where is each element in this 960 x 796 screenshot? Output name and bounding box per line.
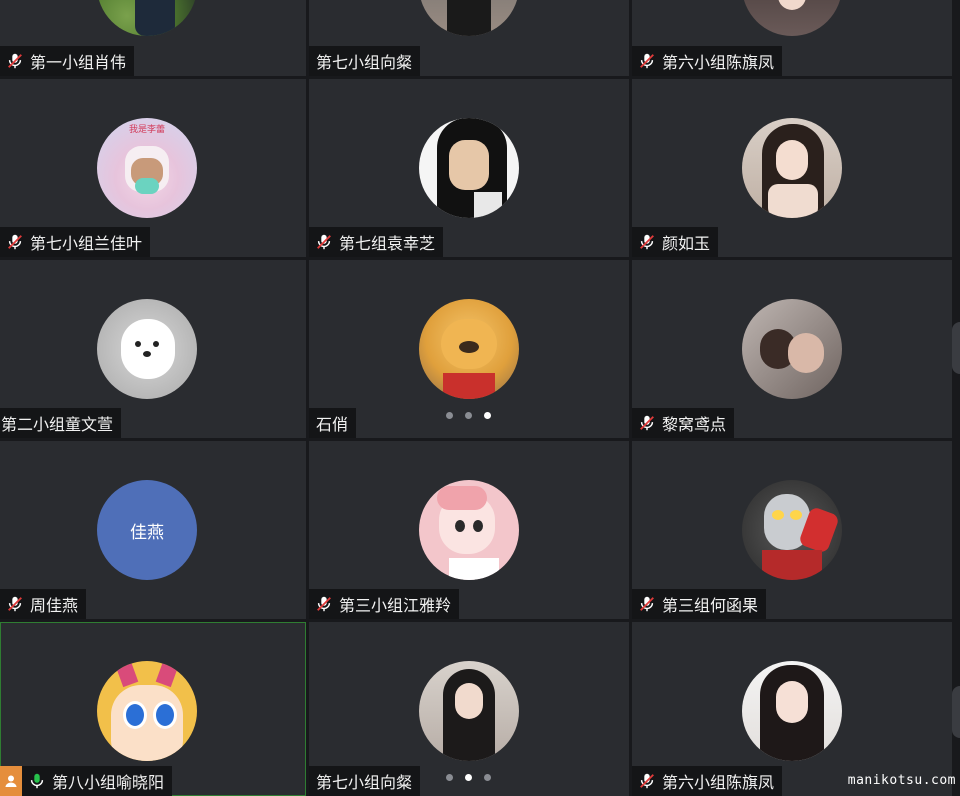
participant-avatar bbox=[742, 480, 842, 580]
participant-name: 黎窝鸢点 bbox=[662, 415, 727, 434]
mic-muted-icon[interactable] bbox=[6, 595, 24, 613]
video-tile[interactable]: 第三组何函果 bbox=[632, 441, 952, 619]
video-tile-active-speaker[interactable]: 第八小组喻晓阳 bbox=[0, 622, 306, 796]
watermark: manikotsu.com bbox=[847, 773, 956, 788]
video-tile[interactable]: 石俏 bbox=[309, 260, 629, 438]
participant-name: 第六小组陈旗凤 bbox=[662, 773, 775, 792]
video-tile[interactable]: 我是李蕾 第七小组兰佳叶 bbox=[0, 79, 306, 257]
mic-active-icon[interactable] bbox=[28, 772, 46, 790]
mic-muted-icon[interactable] bbox=[638, 414, 656, 432]
participant-name: 第七小组向粲 bbox=[316, 53, 413, 72]
avatar-caption: 我是李蕾 bbox=[128, 125, 165, 135]
video-tile[interactable]: 佳燕 周佳燕 bbox=[0, 441, 306, 619]
participant-avatar bbox=[419, 299, 519, 399]
participant-name: 第三小组江雅羚 bbox=[339, 596, 452, 615]
mic-muted-icon[interactable] bbox=[315, 595, 333, 613]
participant-avatar: 佳燕 bbox=[97, 480, 197, 580]
video-tile[interactable]: 第三小组江雅羚 bbox=[309, 441, 629, 619]
participant-name: 第六小组陈旗凤 bbox=[662, 53, 775, 72]
page-dot[interactable] bbox=[446, 412, 453, 419]
participant-namebar: 第七小组向粲 bbox=[309, 46, 421, 76]
participant-namebar: 第六小组陈旗凤 bbox=[632, 46, 783, 76]
participant-avatar bbox=[742, 0, 842, 36]
page-dot-active[interactable] bbox=[465, 774, 472, 781]
participant-avatar bbox=[742, 118, 842, 218]
participant-namebar: 第七小组兰佳叶 bbox=[0, 227, 151, 257]
participant-namebar: 颜如玉 bbox=[632, 227, 719, 257]
participant-avatar bbox=[419, 118, 519, 218]
participant-name: 颜如玉 bbox=[662, 234, 711, 253]
participant-avatar bbox=[742, 661, 842, 761]
video-tile[interactable]: 第一小组肖伟 bbox=[0, 0, 306, 76]
participant-namebar: 第七组袁幸芝 bbox=[309, 227, 444, 257]
video-tile[interactable]: 第七组袁幸芝 bbox=[309, 79, 629, 257]
mic-muted-icon[interactable] bbox=[638, 595, 656, 613]
participant-name: 第七小组向粲 bbox=[316, 773, 413, 792]
participant-namebar: 第三组何函果 bbox=[632, 589, 767, 619]
page-dot[interactable] bbox=[484, 774, 491, 781]
mic-muted-icon[interactable] bbox=[6, 233, 24, 251]
participant-name: 石俏 bbox=[316, 415, 349, 434]
participant-avatar bbox=[97, 0, 197, 36]
avatar-initials: 佳燕 bbox=[130, 522, 164, 543]
participant-namebar: 第三小组江雅羚 bbox=[309, 589, 460, 619]
participant-name: 第八小组喻晓阳 bbox=[52, 773, 165, 792]
video-tile[interactable]: 黎窝鸢点 bbox=[632, 260, 952, 438]
participant-namebar: 石俏 bbox=[309, 408, 357, 438]
participant-namebar: 第七小组向粲 bbox=[309, 766, 421, 796]
mic-muted-icon[interactable] bbox=[638, 772, 656, 790]
participant-namebar: 第一小组肖伟 bbox=[0, 46, 135, 76]
participant-namebar: 第二小组童文萱 bbox=[0, 408, 122, 438]
participant-avatar bbox=[742, 299, 842, 399]
participant-name: 第三组何函果 bbox=[662, 596, 759, 615]
mic-muted-icon[interactable] bbox=[638, 52, 656, 70]
mic-muted-icon[interactable] bbox=[6, 52, 24, 70]
video-tile[interactable]: 第六小组陈旗凤 bbox=[632, 622, 952, 796]
participant-name: 周佳燕 bbox=[30, 596, 79, 615]
participant-avatar: 我是李蕾 bbox=[97, 118, 197, 218]
participant-avatar bbox=[419, 480, 519, 580]
participant-name: 第一小组肖伟 bbox=[30, 53, 127, 72]
video-tile[interactable]: 颜如玉 bbox=[632, 79, 952, 257]
participant-namebar: 第六小组陈旗凤 bbox=[632, 766, 783, 796]
page-indicator[interactable] bbox=[446, 774, 491, 781]
self-user-icon bbox=[0, 766, 22, 796]
video-tile[interactable]: 第七小组向粲 bbox=[309, 0, 629, 76]
participant-avatar bbox=[419, 0, 519, 36]
video-tile[interactable]: 第六小组陈旗凤 bbox=[632, 0, 952, 76]
page-dot-active[interactable] bbox=[484, 412, 491, 419]
participant-namebar: 周佳燕 bbox=[0, 589, 87, 619]
participant-name: 第七小组兰佳叶 bbox=[30, 234, 143, 253]
participant-avatar bbox=[97, 299, 197, 399]
participant-namebar: 黎窝鸢点 bbox=[632, 408, 735, 438]
page-indicator[interactable] bbox=[446, 412, 491, 419]
next-page-handle[interactable] bbox=[952, 322, 960, 374]
participant-avatar bbox=[419, 661, 519, 761]
page-dot[interactable] bbox=[465, 412, 472, 419]
participant-name: 第七组袁幸芝 bbox=[339, 234, 436, 253]
participant-name: 第二小组童文萱 bbox=[1, 415, 114, 434]
page-dot[interactable] bbox=[446, 774, 453, 781]
participant-namebar: 第八小组喻晓阳 bbox=[0, 766, 173, 796]
mic-muted-icon[interactable] bbox=[315, 233, 333, 251]
video-tile[interactable]: 第二小组童文萱 bbox=[0, 260, 306, 438]
next-page-handle[interactable] bbox=[952, 686, 960, 738]
participant-avatar bbox=[97, 661, 197, 761]
video-tile[interactable]: 第七小组向粲 bbox=[309, 622, 629, 796]
mic-muted-icon[interactable] bbox=[638, 233, 656, 251]
